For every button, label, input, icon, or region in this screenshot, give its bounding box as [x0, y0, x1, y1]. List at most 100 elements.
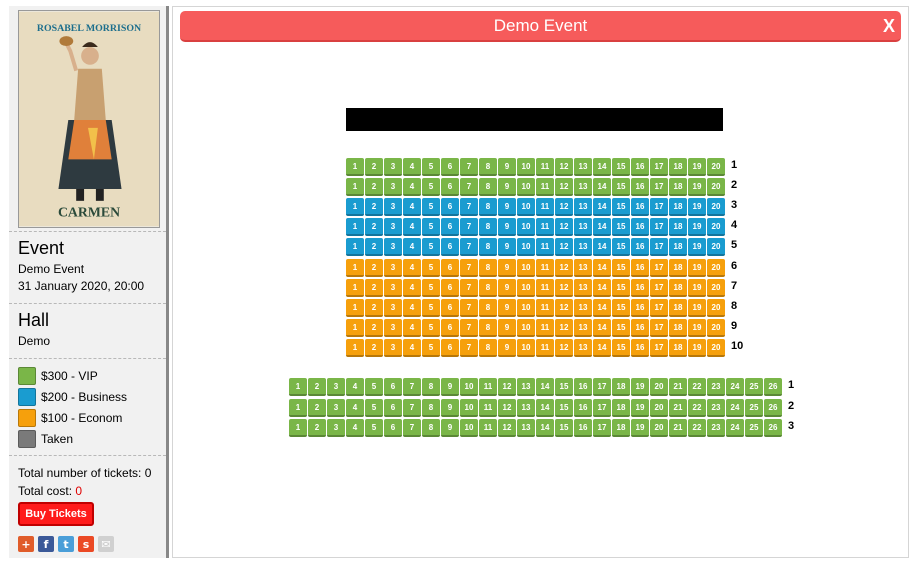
seat[interactable]: 7 — [460, 339, 478, 357]
seat[interactable]: 3 — [384, 299, 402, 317]
seat[interactable]: 6 — [441, 198, 459, 216]
seat[interactable]: 11 — [536, 178, 554, 196]
seat[interactable]: 5 — [422, 158, 440, 176]
seat[interactable]: 7 — [460, 198, 478, 216]
seat[interactable]: 10 — [517, 279, 535, 297]
seat[interactable]: 14 — [593, 319, 611, 337]
seat[interactable]: 2 — [365, 299, 383, 317]
seat[interactable]: 9 — [498, 319, 516, 337]
seat[interactable]: 14 — [536, 378, 554, 396]
seat[interactable]: 15 — [612, 259, 630, 277]
seat[interactable]: 17 — [593, 399, 611, 417]
seat[interactable]: 4 — [403, 319, 421, 337]
seat[interactable]: 8 — [422, 378, 440, 396]
seat[interactable]: 2 — [365, 279, 383, 297]
seat[interactable]: 6 — [441, 178, 459, 196]
seat[interactable]: 4 — [403, 339, 421, 357]
seat[interactable]: 5 — [422, 218, 440, 236]
seat[interactable]: 19 — [631, 399, 649, 417]
seat[interactable]: 20 — [707, 218, 725, 236]
seat[interactable]: 1 — [346, 198, 364, 216]
seat[interactable]: 16 — [574, 378, 592, 396]
seat[interactable]: 7 — [460, 319, 478, 337]
seat[interactable]: 6 — [441, 259, 459, 277]
seat[interactable]: 2 — [308, 419, 326, 437]
seat[interactable]: 7 — [460, 218, 478, 236]
seat[interactable]: 12 — [555, 198, 573, 216]
seat[interactable]: 17 — [650, 178, 668, 196]
seat[interactable]: 3 — [384, 279, 402, 297]
seat[interactable]: 4 — [346, 399, 364, 417]
seat[interactable]: 20 — [707, 238, 725, 256]
seat[interactable]: 16 — [574, 419, 592, 437]
seat[interactable]: 13 — [574, 279, 592, 297]
seat[interactable]: 12 — [555, 218, 573, 236]
seat[interactable]: 12 — [555, 319, 573, 337]
seat[interactable]: 15 — [555, 399, 573, 417]
seat[interactable]: 20 — [650, 378, 668, 396]
seat[interactable]: 19 — [631, 419, 649, 437]
seat[interactable]: 1 — [346, 238, 364, 256]
seat[interactable]: 5 — [365, 378, 383, 396]
seat[interactable]: 15 — [612, 178, 630, 196]
seat[interactable]: 9 — [498, 238, 516, 256]
seat[interactable]: 7 — [460, 259, 478, 277]
seat[interactable]: 19 — [688, 198, 706, 216]
seat[interactable]: 4 — [403, 198, 421, 216]
seat[interactable]: 14 — [593, 238, 611, 256]
seat[interactable]: 9 — [498, 279, 516, 297]
seat[interactable]: 3 — [384, 339, 402, 357]
seat[interactable]: 17 — [650, 319, 668, 337]
seat[interactable]: 1 — [346, 158, 364, 176]
seat[interactable]: 18 — [612, 399, 630, 417]
seat[interactable]: 1 — [289, 419, 307, 437]
seat[interactable]: 15 — [612, 299, 630, 317]
seat[interactable]: 18 — [669, 259, 687, 277]
seat[interactable]: 22 — [688, 399, 706, 417]
seat[interactable]: 17 — [650, 198, 668, 216]
seat[interactable]: 2 — [365, 238, 383, 256]
seat[interactable]: 15 — [612, 319, 630, 337]
seat[interactable]: 11 — [536, 319, 554, 337]
buy-tickets-button[interactable]: Buy Tickets — [18, 502, 94, 526]
seat[interactable]: 17 — [650, 279, 668, 297]
seat[interactable]: 1 — [346, 259, 364, 277]
seat[interactable]: 14 — [593, 339, 611, 357]
seat[interactable]: 16 — [631, 259, 649, 277]
seat[interactable]: 10 — [517, 319, 535, 337]
seat[interactable]: 19 — [688, 238, 706, 256]
seat[interactable]: 15 — [612, 198, 630, 216]
seat[interactable]: 20 — [650, 399, 668, 417]
seat[interactable]: 3 — [384, 178, 402, 196]
seat[interactable]: 17 — [593, 378, 611, 396]
seat[interactable]: 5 — [422, 198, 440, 216]
seat[interactable]: 6 — [441, 158, 459, 176]
seat[interactable]: 17 — [650, 339, 668, 357]
seat[interactable]: 14 — [593, 178, 611, 196]
seat[interactable]: 3 — [384, 259, 402, 277]
seat[interactable]: 7 — [460, 238, 478, 256]
seat[interactable]: 20 — [707, 279, 725, 297]
seat[interactable]: 22 — [688, 419, 706, 437]
seat[interactable]: 9 — [441, 399, 459, 417]
seat[interactable]: 1 — [346, 279, 364, 297]
seat[interactable]: 6 — [384, 419, 402, 437]
seat[interactable]: 10 — [460, 399, 478, 417]
seat[interactable]: 5 — [422, 279, 440, 297]
seat[interactable]: 15 — [612, 238, 630, 256]
seat[interactable]: 12 — [555, 279, 573, 297]
seat[interactable]: 15 — [612, 279, 630, 297]
seat[interactable]: 4 — [346, 419, 364, 437]
seat[interactable]: 14 — [593, 198, 611, 216]
seat[interactable]: 1 — [289, 378, 307, 396]
seat[interactable]: 3 — [384, 198, 402, 216]
seat[interactable]: 2 — [365, 319, 383, 337]
seat[interactable]: 5 — [422, 339, 440, 357]
seat[interactable]: 11 — [536, 218, 554, 236]
seat[interactable]: 9 — [441, 419, 459, 437]
seat[interactable]: 23 — [707, 419, 725, 437]
seat[interactable]: 24 — [726, 399, 744, 417]
seat[interactable]: 18 — [669, 218, 687, 236]
seat[interactable]: 17 — [650, 238, 668, 256]
seat[interactable]: 4 — [403, 238, 421, 256]
